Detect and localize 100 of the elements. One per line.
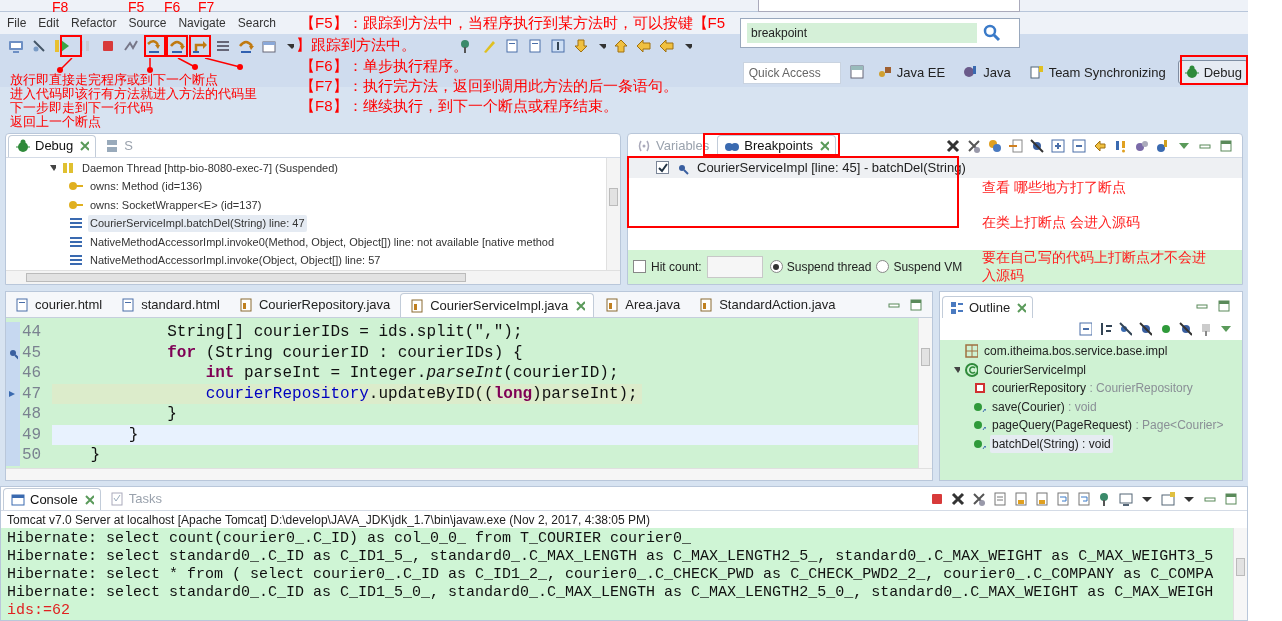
line-number: 48 — [21, 404, 43, 426]
highlight-frame — [1180, 55, 1248, 85]
import-icon[interactable] — [1008, 137, 1024, 154]
sort-icon[interactable] — [1098, 321, 1112, 337]
editor-tab[interactable]: StandardAction.java — [690, 293, 844, 317]
view-tab[interactable]: Outline — [942, 296, 1034, 318]
page-icon[interactable] — [504, 37, 520, 54]
editor-tab[interactable]: standard.html — [112, 293, 228, 317]
word-wrap-icon[interactable] — [1076, 491, 1092, 507]
annotation-text: 下一步即走到下一行代码 — [10, 101, 153, 115]
quick-access-field[interactable]: Quick Access — [742, 62, 841, 85]
search-field[interactable]: breakpoint — [747, 23, 977, 43]
menu-item[interactable]: Navigate — [178, 13, 226, 32]
outline-item[interactable]: batchDel(String) : void — [990, 434, 1113, 453]
tree-item[interactable]: owns: Method (id=136) — [88, 178, 205, 195]
code-line: for (String courierID : courierIDs) { — [166, 342, 524, 363]
vertical-scrollbar[interactable] — [918, 318, 932, 468]
line-number: 45 — [21, 342, 43, 364]
annotation-text: 【F5】：跟踪到方法中，当程序执行到某方法时，可以按键【F5 — [300, 13, 725, 33]
launch-description: Tomcat v7.0 Server at localhost [Apache Tomcat] D:\develop\JAVA_JDK\jdk_1.7\bin\javaw.exe (Nov 2, 2017, 4:38:05 PM) — [6, 511, 651, 528]
collapse-icon[interactable] — [1078, 321, 1092, 337]
menu-item[interactable]: Edit — [38, 13, 60, 32]
pilcrow-icon[interactable] — [550, 37, 566, 54]
word-wrap-icon[interactable] — [1055, 491, 1071, 507]
scroll-lock-icon[interactable] — [1034, 491, 1050, 507]
menu-item[interactable]: File — [7, 13, 27, 32]
remove-icon[interactable] — [950, 491, 966, 507]
radio-option[interactable]: Suspend thread — [769, 257, 872, 276]
perspective-button[interactable]: Java — [957, 60, 1017, 85]
annotation-text: 【F7】：执行完方法，返回到调用此方法的后一条语句。 — [300, 76, 678, 96]
tree-item[interactable]: NativeMethodAccessorImpl.invoke0(Method, Object, Object[]) line: not available [native method — [88, 233, 557, 251]
remove-all-icon[interactable] — [971, 491, 987, 507]
maximize-icon[interactable] — [1218, 137, 1234, 154]
outline-item[interactable]: courierRepository : CourierRepository — [990, 379, 1195, 398]
back-icon[interactable] — [659, 37, 675, 54]
link-icon[interactable] — [987, 137, 1003, 154]
tree-item[interactable]: Daemon Thread [http-bio-8080-exec-7] (Suspended) — [80, 159, 340, 177]
skip-icon[interactable] — [1138, 321, 1152, 337]
checkbox[interactable] — [656, 161, 669, 175]
horizontal-scrollbar[interactable] — [6, 270, 620, 284]
page-icon[interactable] — [527, 37, 543, 54]
tree-item[interactable]: CourierServiceImpl.batchDel(String) line: 47 — [88, 215, 307, 232]
hide-fields-icon[interactable] — [1118, 321, 1132, 337]
bug-icon — [1183, 64, 1200, 81]
line-number: 47 — [21, 383, 43, 405]
arrow-up-icon[interactable] — [613, 37, 629, 54]
open-console-icon[interactable] — [1160, 491, 1176, 507]
remove-icon[interactable] — [945, 137, 961, 154]
radio-option[interactable]: Suspend VM — [876, 257, 963, 276]
annotation-text: 【F8】：继续执行，到下一个断点或程序结束。 — [300, 96, 618, 116]
step-into-icon[interactable] — [146, 37, 162, 54]
stop-icon[interactable] — [929, 491, 945, 507]
editor-tab[interactable]: CourierRepository.java — [229, 293, 399, 317]
annotation-text: 查看 哪些地方打了断点 — [982, 178, 1127, 196]
maximize-icon[interactable] — [908, 297, 924, 313]
annotation-text: 返回上一个断点 — [10, 115, 101, 129]
skip-icon[interactable] — [1178, 321, 1192, 337]
editor-tab[interactable]: CourierServiceImpl.java — [400, 293, 595, 317]
java-file-icon — [237, 297, 254, 313]
perspective-button[interactable]: Team Synchronizing — [1022, 60, 1172, 85]
key-label: F7 — [198, 0, 215, 14]
outline-item[interactable]: save(Courier) : void — [990, 397, 1099, 416]
arrow-down-icon[interactable] — [573, 37, 589, 54]
outline-item[interactable]: CourierServiceImpl — [982, 360, 1089, 379]
editor-tab[interactable]: courier.html — [6, 293, 111, 317]
horizontal-scrollbar[interactable] — [6, 468, 932, 480]
menu-item[interactable]: Search — [237, 13, 276, 32]
remove-all-icon[interactable] — [966, 137, 982, 154]
arrow — [144, 58, 156, 74]
vertical-scrollbar[interactable] — [1233, 528, 1247, 620]
menu-item[interactable]: Refactor — [71, 13, 117, 32]
view-tab[interactable]: Console — [3, 488, 101, 510]
unlink-icon[interactable] — [31, 37, 47, 54]
back-icon[interactable] — [636, 37, 652, 54]
scroll-lock-icon[interactable] — [1013, 491, 1029, 507]
maximize-icon[interactable] — [1223, 491, 1239, 507]
resume-icon[interactable] — [54, 37, 70, 54]
collapse-icon[interactable] — [1071, 137, 1087, 154]
outline-item[interactable]: pageQuery(PageRequest) : Page<Courier> — [990, 416, 1226, 435]
search-icon[interactable] — [983, 24, 1001, 42]
code-line: } — [89, 445, 101, 466]
perspective-icon[interactable] — [848, 64, 865, 81]
view-tab[interactable]: Debug — [8, 134, 97, 157]
outline-item[interactable]: com.itheima.bos.service.base.impl — [982, 342, 1170, 361]
display-icon[interactable] — [1118, 491, 1134, 507]
vertical-scrollbar[interactable] — [606, 157, 620, 270]
perspective-button[interactable]: Debug — [1177, 60, 1248, 85]
skip-icon[interactable] — [1029, 137, 1045, 154]
expand-icon[interactable] — [1050, 137, 1066, 154]
page-icon — [120, 297, 137, 313]
perspective-button[interactable]: Java EE — [870, 60, 952, 85]
hit-count-field[interactable] — [706, 255, 763, 278]
tree-item[interactable]: NativeMethodAccessorImpl.invoke(Object, Object[]) line: 57 — [88, 252, 383, 269]
checkbox[interactable] — [633, 260, 646, 274]
class-icon — [964, 361, 978, 378]
menu-item[interactable]: Source — [128, 13, 167, 32]
annotation-text: 】跟踪到方法中。 — [296, 35, 416, 55]
editor-tab[interactable]: Area.java — [596, 293, 689, 317]
maximize-icon[interactable] — [1216, 298, 1232, 314]
tree-item[interactable]: owns: SocketWrapper<E> (id=137) — [88, 196, 264, 214]
